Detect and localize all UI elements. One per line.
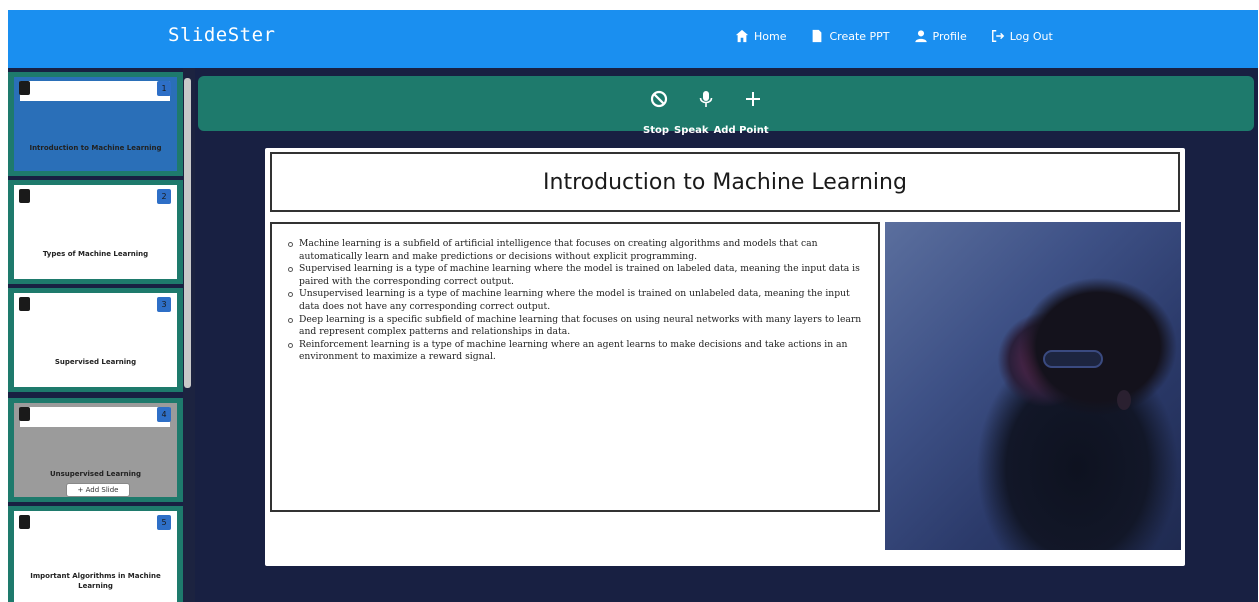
thumbnail-preview-box: [20, 189, 170, 209]
thumbnail-preview-box: [20, 81, 170, 101]
add-point-button[interactable]: Add Point: [714, 125, 769, 136]
user-icon: [914, 30, 927, 43]
thumbnail-label: Unsupervised Learning: [49, 470, 142, 478]
slide-canvas: Introduction to Machine Learning Machine…: [265, 148, 1185, 566]
file-icon: [813, 29, 822, 43]
nav-home-link[interactable]: Home: [735, 29, 786, 43]
slide-thumbnail-5[interactable]: 5 Important Algorithms in Machine Learni…: [8, 506, 183, 602]
delete-slide-icon[interactable]: [19, 407, 30, 421]
nav-home-label: Home: [754, 29, 787, 43]
add-slide-button[interactable]: + Add Slide: [66, 483, 130, 497]
nav-links: Home Create PPT Profile Log Out: [735, 29, 1053, 43]
slide-number-badge: 2: [157, 189, 171, 204]
plus-icon[interactable]: [744, 90, 762, 108]
thumbnail-body: 2 Types of Machine Learning: [14, 185, 177, 279]
thumbnail-label: Supervised Learning: [54, 358, 137, 366]
thumbnail-preview-box: [20, 407, 170, 427]
bullet-point[interactable]: Unsupervised learning is a type of machi…: [288, 288, 868, 313]
stop-button[interactable]: Stop: [643, 125, 669, 136]
nav-profile-link[interactable]: Profile: [914, 29, 967, 43]
delete-slide-icon[interactable]: [19, 189, 30, 203]
editor-stage: 1 Introduction to Machine Learning 2 Typ…: [8, 68, 1258, 602]
nav-create-ppt-label: Create PPT: [829, 29, 890, 43]
home-icon: [735, 29, 749, 43]
slide-title[interactable]: Introduction to Machine Learning: [270, 152, 1180, 212]
delete-slide-icon[interactable]: [19, 297, 30, 311]
bullet-point[interactable]: Machine learning is a subfield of artifi…: [288, 238, 868, 263]
logout-icon: [991, 30, 1004, 42]
slide-thumbnail-3[interactable]: 3 Supervised Learning: [8, 288, 183, 392]
slide-image[interactable]: [885, 222, 1181, 550]
slide-number-badge: 4: [157, 407, 171, 422]
brand-logo[interactable]: SlideSter: [168, 24, 275, 46]
microphone-icon[interactable]: [697, 90, 715, 108]
sidebar-scrollbar-thumb[interactable]: [184, 78, 191, 388]
delete-slide-icon[interactable]: [19, 515, 30, 529]
bullet-list: Machine learning is a subfield of artifi…: [288, 238, 868, 364]
thumbnail-preview-box: [20, 297, 170, 317]
thumbnail-preview-box: [20, 515, 170, 535]
speak-button[interactable]: Speak: [674, 125, 709, 136]
slide-content-box[interactable]: Machine learning is a subfield of artifi…: [270, 222, 880, 512]
nav-logout-link[interactable]: Log Out: [991, 29, 1053, 43]
slide-toolbar: Stop Speak Add Point: [198, 76, 1254, 136]
slide-thumbnail-4[interactable]: 4 Unsupervised Learning + Add Slide: [8, 398, 183, 502]
slide-number-badge: 3: [157, 297, 171, 312]
toolbar-icons: [650, 90, 762, 108]
image-detail-glasses: [1043, 350, 1103, 368]
toolbar-labels: Stop Speak Add Point: [643, 125, 769, 136]
thumbnail-body: 1 Introduction to Machine Learning: [14, 77, 177, 171]
bullet-point[interactable]: Reinforcement learning is a type of mach…: [288, 339, 868, 364]
thumbnail-body: 4 Unsupervised Learning + Add Slide: [14, 403, 177, 497]
slide-thumbnail-1[interactable]: 1 Introduction to Machine Learning: [8, 72, 183, 176]
thumbnail-body: 3 Supervised Learning: [14, 293, 177, 387]
thumbnail-label: Types of Machine Learning: [42, 250, 149, 258]
slide-number-badge: 5: [157, 515, 171, 530]
thumbnail-label: Important Algorithms in Machine Learning: [30, 572, 161, 590]
thumbnail-label: Introduction to Machine Learning: [29, 144, 162, 152]
slide-number-badge: 1: [157, 81, 171, 96]
slide-thumbnail-2[interactable]: 2 Types of Machine Learning: [8, 180, 183, 284]
delete-slide-icon[interactable]: [19, 81, 30, 95]
bullet-point[interactable]: Supervised learning is a type of machine…: [288, 263, 868, 288]
top-navbar: SlideSter Home Create PPT Profile Log Ou…: [8, 10, 1258, 68]
slide-thumbnail-sidebar: 1 Introduction to Machine Learning 2 Typ…: [8, 68, 198, 602]
thumbnail-body: 5 Important Algorithms in Machine Learni…: [14, 511, 177, 602]
nav-create-ppt-link[interactable]: Create PPT: [810, 29, 890, 43]
stop-icon[interactable]: [650, 90, 668, 108]
bullet-point[interactable]: Deep learning is a specific subfield of …: [288, 314, 868, 339]
image-detail-earbud: [1117, 390, 1131, 410]
nav-logout-label: Log Out: [1009, 29, 1053, 43]
nav-profile-label: Profile: [932, 29, 967, 43]
